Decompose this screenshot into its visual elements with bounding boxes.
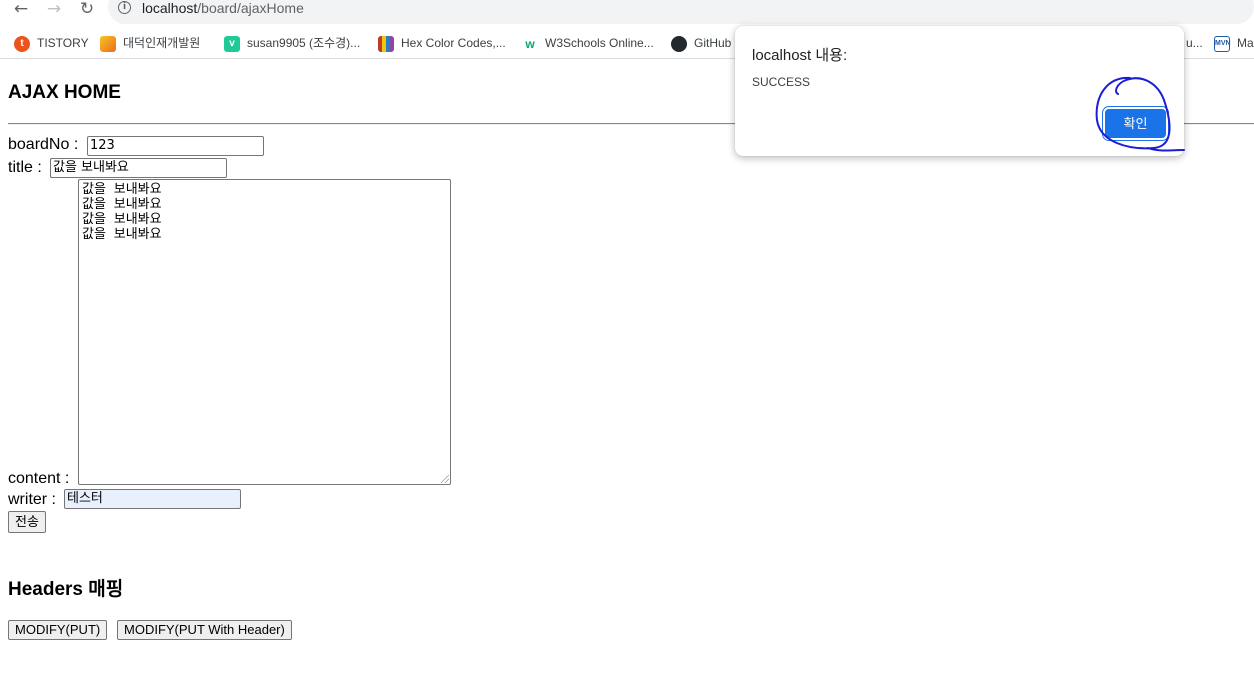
bookmark-label: susan9905 (조수경)...	[247, 36, 361, 50]
url-host: localhost	[142, 0, 198, 16]
dialog-title: localhost 내용:	[752, 47, 848, 64]
bookmark-label: Hex Color Codes,...	[401, 36, 506, 50]
book-icon	[378, 35, 394, 52]
bookmark-ddit[interactable]: 대덕인재개발원	[100, 34, 200, 52]
content-text: 값을 보내봐요 값을 보내봐요 값을 보내봐요 값을 보내봐요	[82, 182, 162, 242]
page-title: AJAX HOME	[8, 82, 121, 103]
writer-label: writer :	[8, 491, 56, 508]
alert-dialog: localhost 내용: SUCCESS 확인	[735, 26, 1184, 156]
title-label: title :	[8, 159, 42, 176]
writer-input[interactable]: 테스터	[64, 489, 241, 509]
w3schools-icon: w	[522, 35, 538, 52]
url-path: /board/ajaxHome	[197, 0, 304, 16]
bookmark-label: 대덕인재개발원	[123, 36, 201, 50]
back-arrow-icon[interactable]: ←	[10, 0, 32, 18]
bookmark-hidden[interactable]: u...	[1186, 34, 1203, 52]
bookmark-label: TISTORY	[37, 36, 89, 50]
bookmark-tistory[interactable]: t TISTORY	[14, 34, 89, 52]
bookmark-github[interactable]: GitHub	[671, 34, 731, 52]
resize-handle-icon[interactable]	[441, 475, 449, 483]
mvn-icon: MVN	[1214, 35, 1231, 52]
bookmark-w3schools[interactable]: w W3Schools Online...	[522, 34, 654, 52]
velog-icon: v	[224, 35, 240, 52]
forward-arrow-icon[interactable]: →	[43, 0, 65, 18]
headers-section-title: Headers 매핑	[8, 579, 124, 600]
content-label: content :	[8, 470, 70, 487]
bookmark-label: Ma	[1237, 36, 1254, 50]
ddit-icon	[100, 35, 116, 52]
title-input[interactable]: 값을 보내봐요	[50, 158, 227, 178]
board-no-input[interactable]: 123	[87, 136, 264, 156]
dialog-message: SUCCESS	[752, 75, 811, 89]
board-no-label: boardNo :	[8, 136, 79, 153]
modify-put-header-button[interactable]: MODIFY(PUT With Header)	[117, 620, 292, 640]
ok-button[interactable]: 확인	[1105, 109, 1166, 138]
url-text[interactable]: localhost/board/ajaxHome	[142, 0, 304, 17]
browser-toolbar: ← → ↻ i localhost/board/ajaxHome	[0, 0, 1254, 28]
bookmark-mvn[interactable]: MVN Ma	[1214, 34, 1254, 52]
tistory-icon: t	[14, 35, 30, 52]
bookmark-label: u...	[1186, 36, 1203, 50]
bookmark-hex-color[interactable]: Hex Color Codes,...	[378, 34, 506, 52]
bookmark-velog[interactable]: v susan9905 (조수경)...	[224, 34, 360, 52]
reload-icon[interactable]: ↻	[76, 0, 98, 18]
github-icon	[671, 35, 687, 52]
bookmark-label: GitHub	[694, 36, 732, 50]
content-textarea[interactable]: 값을 보내봐요 값을 보내봐요 값을 보내봐요 값을 보내봐요	[78, 179, 451, 485]
modify-put-button[interactable]: MODIFY(PUT)	[8, 620, 108, 640]
submit-button[interactable]: 전송	[8, 511, 46, 533]
bookmark-label: W3Schools Online...	[545, 36, 654, 50]
info-icon[interactable]: i	[118, 1, 131, 14]
